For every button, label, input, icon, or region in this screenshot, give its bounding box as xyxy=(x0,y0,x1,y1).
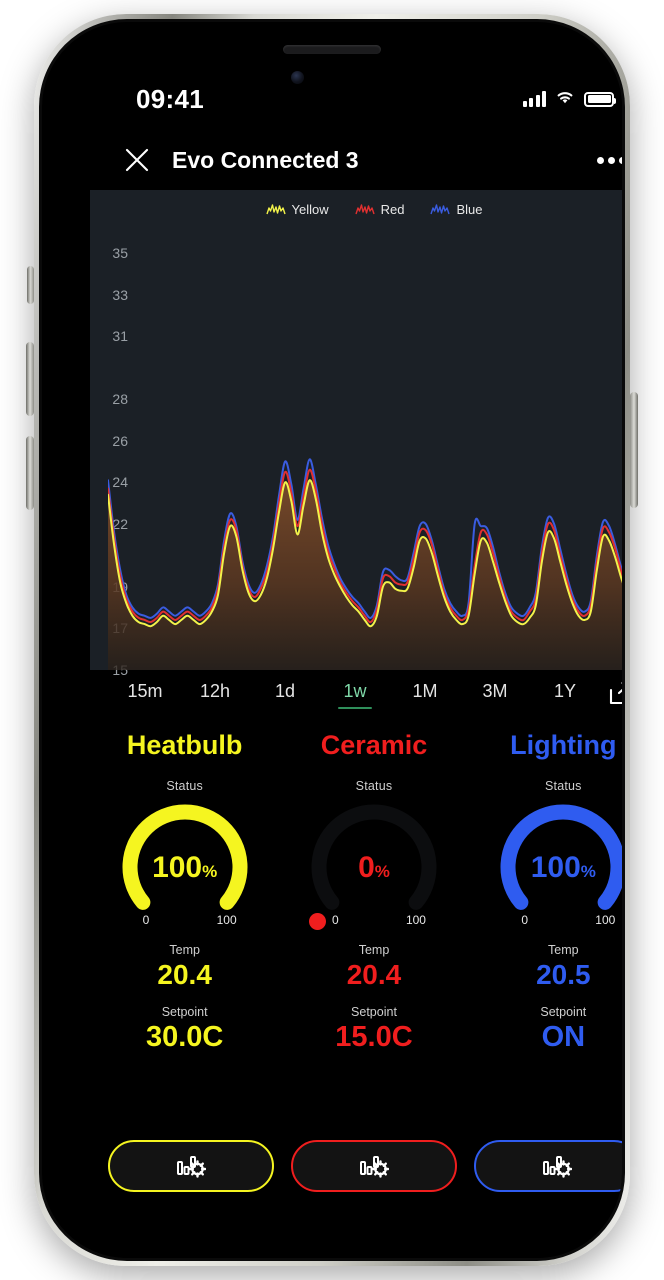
front-camera-icon xyxy=(291,71,304,84)
device-panels: Heatbulb Status 100% 0 100 Temp 20.4 Setpoint 30… xyxy=(90,722,622,1054)
battery-full-icon xyxy=(584,91,616,107)
chart-legend: Yellow Red Blue xyxy=(90,202,622,217)
device-name: Heatbulb xyxy=(126,730,243,760)
gauge-value-text: 100% xyxy=(109,853,261,883)
device-panel-heatbulb: Heatbulb Status 100% 0 100 Temp 20.4 Setpoint 30… xyxy=(90,722,279,1054)
status-gauge: 100% 0 100 xyxy=(109,797,261,929)
volume-down-button[interactable] xyxy=(26,436,34,510)
legend-item[interactable]: Blue xyxy=(430,202,483,217)
status-gauge: 0% 0 100 xyxy=(298,797,450,930)
spark-line-icon xyxy=(265,204,286,215)
earpiece-speaker xyxy=(283,45,381,54)
device-panel-lighting: Lighting Status 100% 0 100 Temp 20.5 Setpoint ON xyxy=(469,722,622,1054)
setpoint-label: Setpoint xyxy=(351,1005,397,1019)
legend-label: Blue xyxy=(456,202,483,217)
chart-settings-icon xyxy=(359,1156,389,1178)
gauge-value-unit: % xyxy=(374,862,390,881)
screenshot-stage: 09:41 Evo Connected 3 Yellow Red Blue 35… xyxy=(0,0,664,1280)
setpoint-value: ON xyxy=(541,1021,586,1053)
device-settings-button-ceramic[interactable] xyxy=(290,1140,457,1192)
gauge-scale-min: 0 xyxy=(331,913,339,927)
temp-value: 20.4 xyxy=(157,959,212,990)
temperature-chart-card: Yellow Red Blue 35333128262422191715 xyxy=(90,190,622,678)
status-label: Status xyxy=(355,779,393,793)
chart-svg xyxy=(108,232,622,670)
gauge-value-number: 100 xyxy=(530,851,581,884)
gauge-value-text: 0% xyxy=(298,853,450,883)
gauge-scale-max: 100 xyxy=(405,913,426,927)
setpoint-value: 15.0C xyxy=(335,1021,413,1053)
legend-item[interactable]: Yellow xyxy=(265,202,329,217)
range-option-1d[interactable]: 1d xyxy=(250,677,320,709)
phone-bezel: 09:41 Evo Connected 3 Yellow Red Blue 35… xyxy=(42,22,622,1258)
range-option-1y[interactable]: 1Y xyxy=(530,677,600,709)
export-share-icon[interactable] xyxy=(600,681,622,706)
gauge-value-unit: % xyxy=(202,862,218,881)
status-gauge: 100% 0 100 xyxy=(487,797,622,929)
mute-switch[interactable] xyxy=(27,266,34,304)
status-label: Status xyxy=(545,779,582,793)
gauge-scale-max: 100 xyxy=(595,913,616,927)
phone-screen: 09:41 Evo Connected 3 Yellow Red Blue 35… xyxy=(90,50,622,1258)
gauge-value-number: 100 xyxy=(152,851,203,884)
cellular-bars-icon xyxy=(522,91,546,107)
range-option-3m[interactable]: 3M xyxy=(460,677,530,709)
page-title: Evo Connected 3 xyxy=(172,146,359,173)
gauge-zero-marker xyxy=(308,913,326,930)
chart-settings-icon xyxy=(177,1156,207,1178)
device-name: Lighting xyxy=(510,730,617,760)
setpoint-value: 30.0C xyxy=(145,1021,224,1053)
gauge-scale-min: 0 xyxy=(142,913,150,927)
chart-area-fill xyxy=(108,480,622,670)
close-icon[interactable] xyxy=(120,143,154,177)
legend-label: Red xyxy=(380,202,405,217)
range-option-1m[interactable]: 1M xyxy=(390,677,460,709)
chart-plot-area[interactable] xyxy=(108,232,622,670)
status-bar: 09:41 xyxy=(90,76,622,122)
device-panel-ceramic: Ceramic Status 0% 0 100 Temp 20.4 Setpoint 15.0C xyxy=(279,722,468,1054)
range-option-1w[interactable]: 1w xyxy=(320,677,390,709)
chart-plot: 35333128262422191715 xyxy=(90,232,622,678)
spark-line-icon xyxy=(430,204,451,215)
chart-settings-icon xyxy=(542,1156,572,1178)
time-range-selector: 15m 12h 1d 1w 1M 3M 1Y xyxy=(90,670,622,716)
range-option-15m[interactable]: 15m xyxy=(110,677,180,709)
spark-line-icon xyxy=(354,204,375,215)
temp-value: 20.5 xyxy=(536,959,591,990)
status-label: Status xyxy=(166,779,203,793)
gauge-value-unit: % xyxy=(580,862,596,881)
setpoint-label: Setpoint xyxy=(161,1005,208,1019)
wifi-icon xyxy=(554,89,576,110)
range-option-12h[interactable]: 12h xyxy=(180,677,250,709)
status-bar-icons xyxy=(522,89,616,110)
legend-item[interactable]: Red xyxy=(354,202,405,217)
device-name: Ceramic xyxy=(320,730,428,760)
device-settings-button-heatbulb[interactable] xyxy=(108,1140,275,1192)
status-bar-clock: 09:41 xyxy=(136,83,204,114)
volume-up-button[interactable] xyxy=(26,342,34,416)
setpoint-label: Setpoint xyxy=(540,1005,587,1019)
power-button[interactable] xyxy=(630,392,638,508)
gauge-value-text: 100% xyxy=(487,853,622,883)
gauge-scale-max: 100 xyxy=(216,913,237,927)
app-nav-bar: Evo Connected 3 xyxy=(90,130,622,190)
device-settings-button-lighting[interactable] xyxy=(473,1140,622,1192)
device-action-buttons xyxy=(90,1140,622,1192)
gauge-scale-min: 0 xyxy=(521,913,528,927)
temp-value: 20.4 xyxy=(346,959,402,990)
more-options-icon[interactable] xyxy=(586,156,622,164)
legend-label: Yellow xyxy=(291,202,329,217)
gauge-value-number: 0 xyxy=(358,851,375,884)
